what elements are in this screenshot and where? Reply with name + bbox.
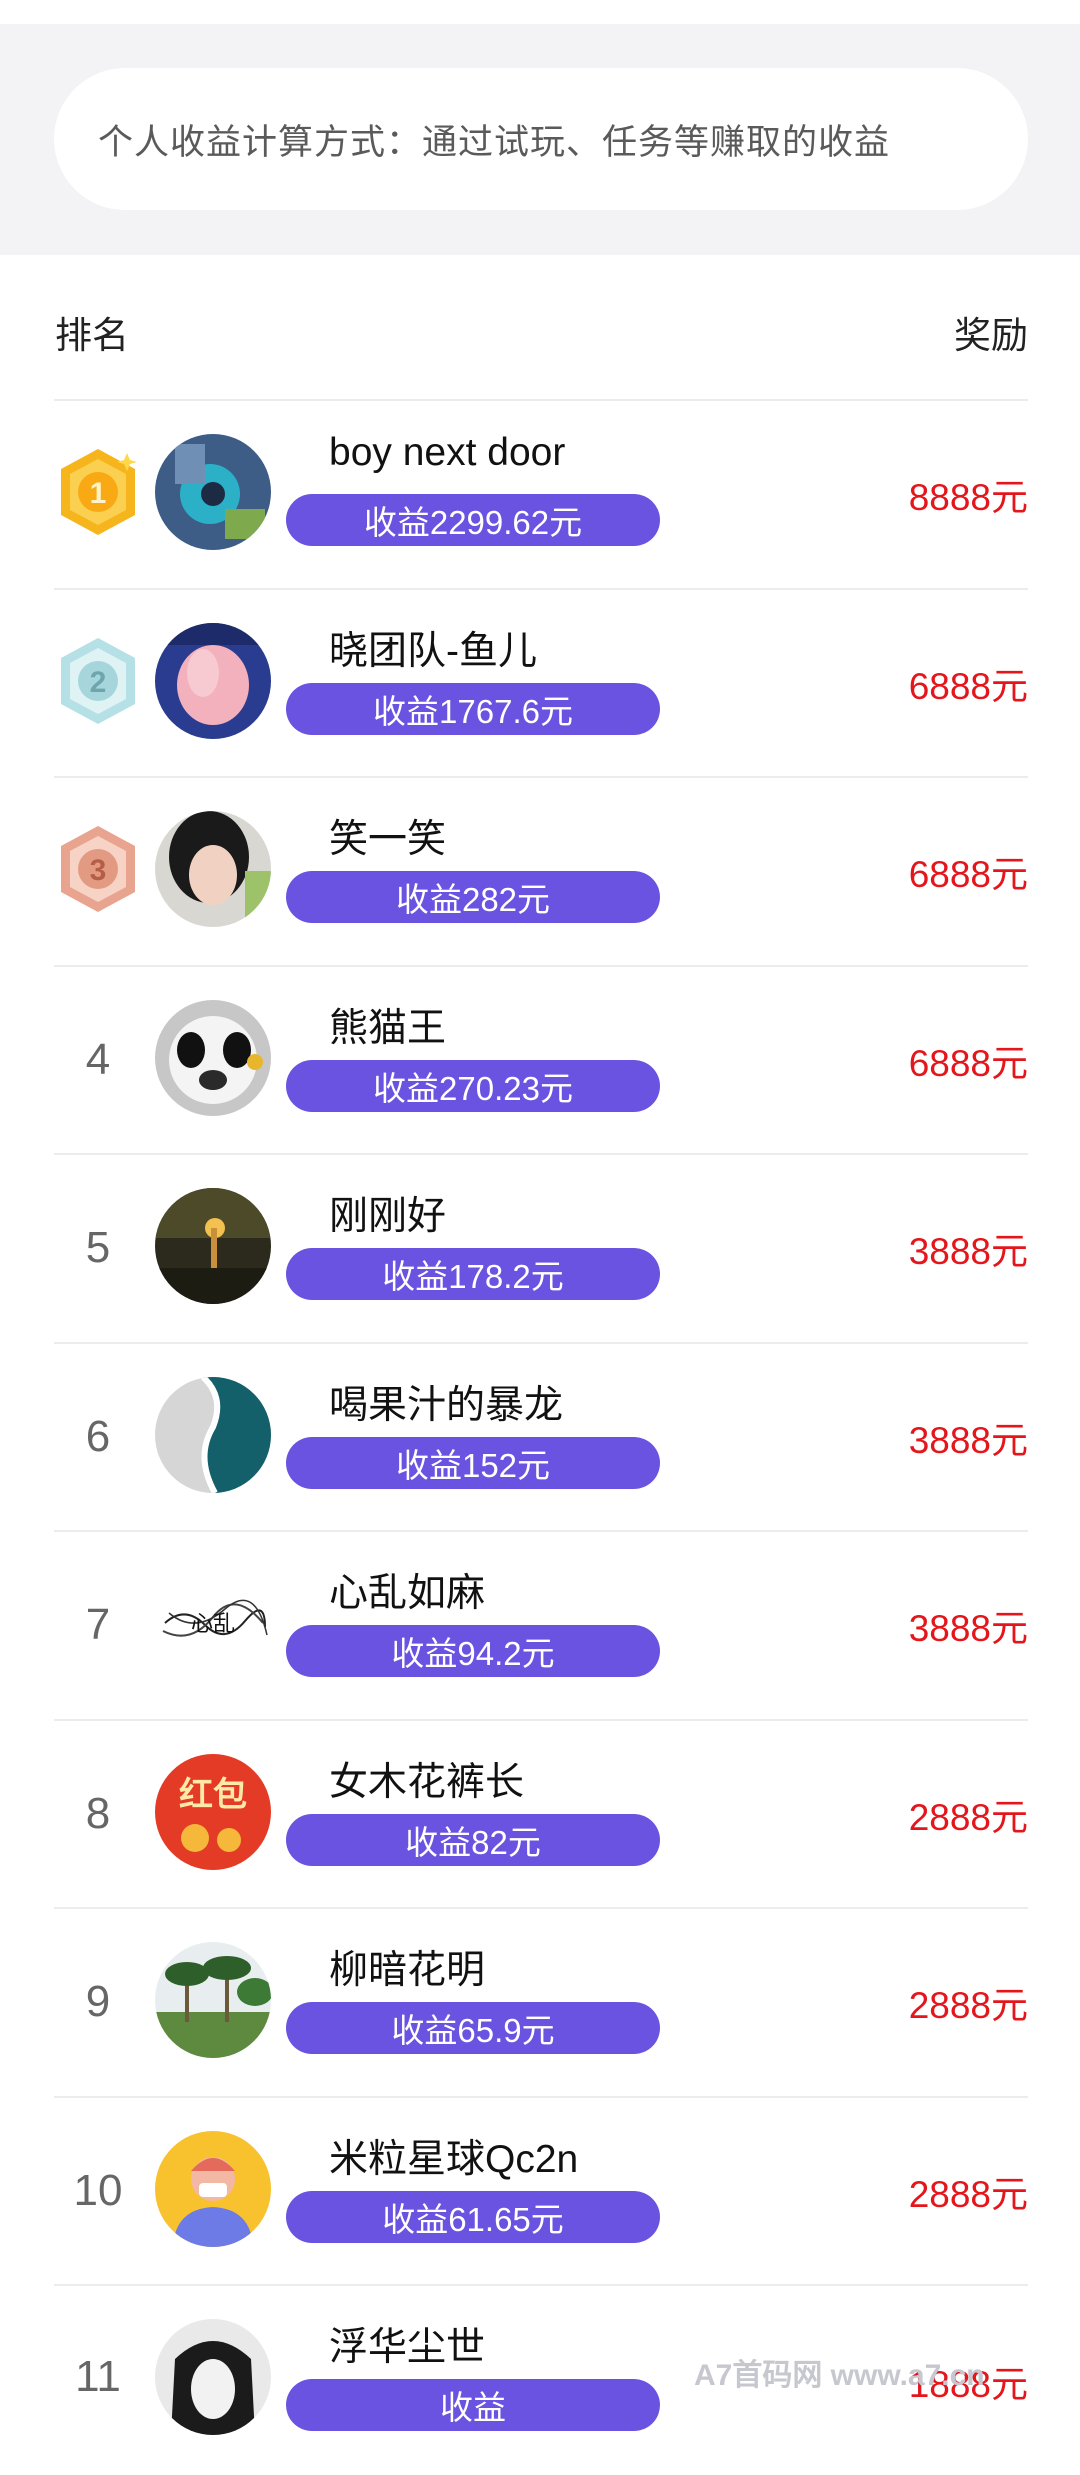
rank-number: 5 xyxy=(85,1223,111,1273)
leaderboard-row[interactable]: 5 刚刚好 收益178.2元 3888元 xyxy=(54,1155,1028,1344)
leaderboard-list: 1 boy next door 收益2299.62元 8888元 2 晓团队-鱼… xyxy=(54,401,1028,2475)
leaderboard-row[interactable]: 4 熊猫王 收益270.23元 6888元 xyxy=(54,967,1028,1155)
user-avatar[interactable] xyxy=(155,2130,271,2247)
earnings-badge: 收益94.2元 xyxy=(286,1625,660,1677)
earnings-info-text: 个人收益计算方式：通过试玩、任务等赚取的收益 xyxy=(98,122,891,162)
rank-number: 11 xyxy=(75,2352,121,2401)
gold-medal-icon: 1 xyxy=(55,445,141,539)
user-avatar[interactable] xyxy=(155,434,271,550)
rank-number: 8 xyxy=(85,1788,111,1838)
leaderboard-row[interactable]: 3 笑一笑 收益282元 6888元 xyxy=(54,778,1028,967)
site-watermark: A7首码网 www.a7.cn xyxy=(694,2359,985,2392)
rank-number: 7 xyxy=(85,1600,111,1650)
leaderboard-row[interactable]: 6 喝果汁的暴龙 收益152元 3888元 xyxy=(54,1344,1028,1532)
earnings-badge: 收益282元 xyxy=(286,871,660,923)
earnings-badge: 收益61.65元 xyxy=(286,2190,660,2243)
silver-medal-icon: 2 xyxy=(55,634,141,728)
user-name: 熊猫王 xyxy=(329,1006,447,1050)
earnings-badge: 收益65.9元 xyxy=(286,2002,660,2054)
rank-column-header: 排名 xyxy=(55,315,129,356)
user-name: 米粒星球Qc2n xyxy=(329,2137,579,2181)
user-avatar[interactable] xyxy=(155,622,271,739)
bronze-medal-icon: 3 xyxy=(55,822,141,916)
leaderboard-row[interactable]: 8 红包 女木花裤长 收益82元 2888元 xyxy=(54,1721,1028,1909)
reward-amount: 2888元 xyxy=(908,1796,1028,1838)
user-name: boy next door xyxy=(329,431,566,474)
reward-amount: 8888元 xyxy=(908,477,1028,519)
svg-text:2: 2 xyxy=(90,666,107,699)
user-name: 笑一笑 xyxy=(329,818,447,861)
leaderboard-row[interactable]: 1 boy next door 收益2299.62元 8888元 xyxy=(54,401,1028,590)
user-avatar[interactable] xyxy=(155,1942,271,2058)
leaderboard-row[interactable]: 9 柳暗花明 收益65.9元 2888元 xyxy=(54,1909,1028,2098)
user-avatar[interactable] xyxy=(155,811,271,927)
earnings-badge: 收益152元 xyxy=(286,1436,660,1489)
user-name: 喝果汁的暴龙 xyxy=(329,1383,564,1427)
leaderboard-row[interactable]: 7 心乱 心乱如麻 收益94.2元 3888元 xyxy=(54,1532,1028,1721)
user-avatar[interactable] xyxy=(155,1188,271,1304)
reward-amount: 6888元 xyxy=(908,1042,1028,1084)
reward-column-header: 奖励 xyxy=(954,315,1028,356)
reward-amount: 3888元 xyxy=(908,1608,1028,1650)
rank-number: 9 xyxy=(85,1977,111,2027)
earnings-badge: 收益82元 xyxy=(286,1813,660,1866)
earnings-badge: 收益 xyxy=(286,2379,660,2431)
top-banner-area: 个人收益计算方式：通过试玩、任务等赚取的收益 xyxy=(0,0,1080,255)
reward-amount: 2888元 xyxy=(908,2173,1028,2215)
user-name: 女木花裤长 xyxy=(329,1760,525,1804)
user-name: 柳暗花明 xyxy=(329,1949,486,1992)
leaderboard-row[interactable]: 2 晓团队-鱼儿 收益1767.6元 6888元 xyxy=(54,590,1028,778)
reward-amount: 3888元 xyxy=(908,1231,1028,1273)
reward-amount: 6888元 xyxy=(908,665,1028,707)
earnings-badge: 收益2299.62元 xyxy=(286,494,660,546)
svg-text:1: 1 xyxy=(90,477,107,510)
user-avatar[interactable]: 心乱 xyxy=(155,1565,271,1681)
rank-number: 6 xyxy=(85,1411,111,1461)
svg-text:红包: 红包 xyxy=(179,1775,247,1815)
reward-amount: 2888元 xyxy=(908,1985,1028,2027)
user-avatar[interactable] xyxy=(155,1376,271,1493)
status-strip xyxy=(0,0,1080,24)
user-name: 浮华尘世 xyxy=(329,2326,486,2369)
earnings-badge: 收益178.2元 xyxy=(286,1248,660,1300)
svg-text:3: 3 xyxy=(90,854,107,887)
earnings-info-banner: 个人收益计算方式：通过试玩、任务等赚取的收益 xyxy=(54,68,1028,210)
earnings-badge: 收益270.23元 xyxy=(286,1059,660,1112)
user-name: 刚刚好 xyxy=(329,1195,447,1238)
user-avatar[interactable] xyxy=(155,2319,271,2435)
user-name: 心乱如麻 xyxy=(329,1572,486,1615)
user-avatar[interactable] xyxy=(155,999,271,1116)
user-avatar[interactable]: 红包 xyxy=(155,1753,271,1870)
earnings-badge: 收益1767.6元 xyxy=(286,682,660,735)
svg-text:心乱: 心乱 xyxy=(191,1612,235,1637)
user-name: 晓团队-鱼儿 xyxy=(329,629,537,673)
rank-number: 10 xyxy=(73,2165,123,2215)
reward-amount: 3888元 xyxy=(908,1419,1028,1461)
leaderboard-row[interactable]: 10 米粒星球Qc2n 收益61.65元 2888元 xyxy=(54,2098,1028,2286)
rank-number: 4 xyxy=(85,1034,111,1084)
reward-amount: 6888元 xyxy=(908,854,1028,896)
